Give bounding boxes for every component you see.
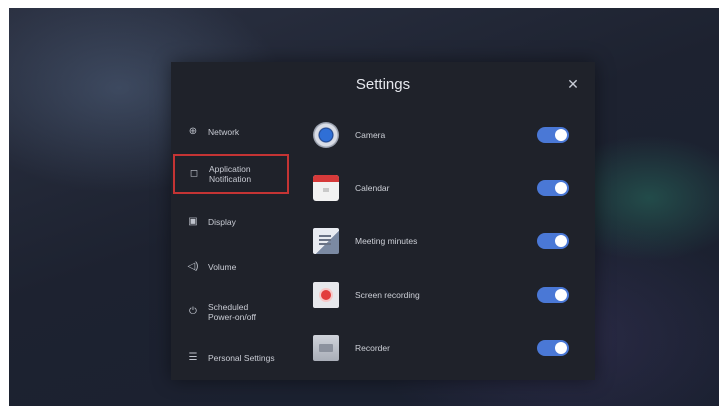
sidebar-item-label: Display bbox=[208, 217, 236, 227]
app-row-calendar: Calendar bbox=[313, 168, 583, 208]
settings-list-icon: ☰ bbox=[188, 352, 198, 363]
app-row-screen-recording: Screen recording bbox=[313, 275, 583, 315]
sidebar-item-display[interactable]: ▣ Display bbox=[171, 200, 291, 244]
meeting-minutes-toggle[interactable] bbox=[537, 233, 569, 249]
globe-icon: ⊕ bbox=[188, 126, 198, 137]
sidebar-item-network[interactable]: ⊕ Network bbox=[171, 110, 291, 154]
app-row-meeting-minutes: Meeting minutes bbox=[313, 221, 583, 261]
toggle-knob bbox=[555, 289, 567, 301]
sidebar-item-volume[interactable]: ◁) Volume bbox=[171, 245, 291, 289]
schedule-power-icon: ⏻ bbox=[189, 306, 197, 317]
settings-dialog: Settings ✕ ⊕ Network ◻ Application Notif… bbox=[171, 62, 595, 380]
sidebar-item-scheduled-power[interactable]: ⏻ Scheduled Power-on/off bbox=[171, 290, 291, 334]
app-notification-icon: ◻ bbox=[189, 168, 199, 179]
meeting-minutes-icon bbox=[313, 228, 339, 254]
recorder-toggle[interactable] bbox=[537, 340, 569, 356]
app-name: Camera bbox=[355, 130, 386, 140]
camera-toggle[interactable] bbox=[537, 127, 569, 143]
calendar-icon bbox=[313, 175, 339, 201]
toggle-knob bbox=[555, 342, 567, 354]
volume-icon: ◁) bbox=[187, 261, 199, 272]
display-icon: ▣ bbox=[188, 216, 198, 227]
sidebar-item-application-notification[interactable]: ◻ Application Notification bbox=[173, 154, 289, 194]
sidebar-item-label: Application Notification bbox=[209, 164, 252, 184]
dialog-title: Settings bbox=[355, 76, 411, 93]
recorder-icon bbox=[313, 335, 339, 361]
app-name: Screen recording bbox=[355, 290, 420, 300]
close-icon[interactable]: ✕ bbox=[565, 76, 581, 92]
app-name: Meeting minutes bbox=[355, 236, 418, 246]
sidebar-item-label: Volume bbox=[208, 262, 237, 272]
calendar-toggle[interactable] bbox=[537, 180, 569, 196]
screen-recording-icon bbox=[313, 282, 339, 308]
sidebar-item-label: Network bbox=[208, 127, 240, 137]
app-row-recorder: Recorder bbox=[313, 328, 583, 368]
toggle-knob bbox=[555, 235, 567, 247]
desktop-background: Settings ✕ ⊕ Network ◻ Application Notif… bbox=[9, 8, 719, 406]
sidebar-item-personal-settings[interactable]: ☰ Personal Settings bbox=[171, 336, 291, 380]
app-name: Recorder bbox=[355, 343, 390, 353]
camera-icon bbox=[313, 122, 339, 148]
app-name: Calendar bbox=[355, 183, 390, 193]
sidebar-item-label: Scheduled Power-on/off bbox=[208, 302, 257, 322]
toggle-knob bbox=[555, 129, 567, 141]
toggle-knob bbox=[555, 182, 567, 194]
sidebar-item-label: Personal Settings bbox=[208, 353, 275, 363]
app-row-camera: Camera bbox=[313, 115, 583, 155]
screen-recording-toggle[interactable] bbox=[537, 287, 569, 303]
